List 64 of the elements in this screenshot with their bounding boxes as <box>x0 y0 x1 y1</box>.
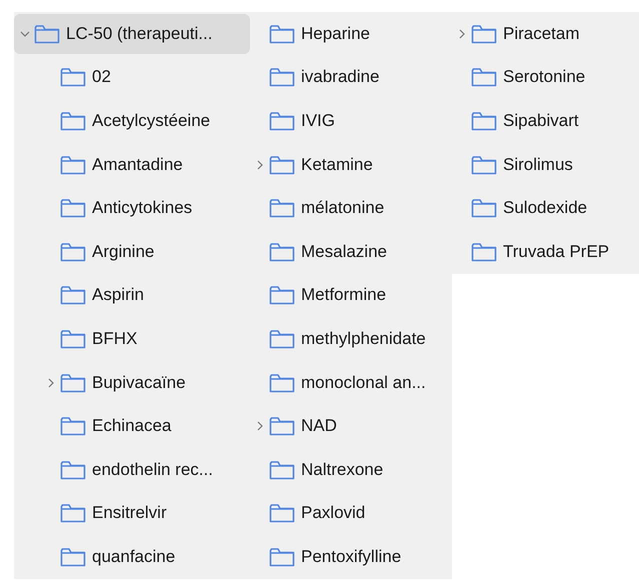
folder-icon <box>269 416 295 436</box>
folder-icon <box>60 242 86 262</box>
folder-icon <box>60 416 86 436</box>
folder-icon <box>269 460 295 480</box>
tree-item[interactable]: Metformine <box>250 276 452 316</box>
tree-item[interactable]: Amantadine <box>14 144 250 184</box>
folder-icon <box>269 328 295 349</box>
tree-item[interactable]: Arginine <box>14 232 250 272</box>
tree-item[interactable]: methylphenidate <box>250 319 452 359</box>
tree-item[interactable]: quanfacine <box>14 537 250 577</box>
tree-item[interactable]: Ensitrelvir <box>14 494 250 534</box>
folder-icon <box>269 154 295 175</box>
tree-item[interactable]: Sipabivart <box>452 101 639 141</box>
folder-icon <box>60 372 86 393</box>
tree-item[interactable]: ivabradine <box>250 58 452 98</box>
folder-icon <box>60 546 86 567</box>
tree-item[interactable]: Pentoxifylline <box>250 537 452 577</box>
folder-icon <box>269 285 295 306</box>
folder-icon <box>269 546 295 567</box>
folder-icon <box>34 24 60 44</box>
tree-item[interactable]: BFHX <box>14 319 250 359</box>
folder-icon <box>471 24 497 44</box>
tree-item[interactable]: Sirolimus <box>452 144 639 184</box>
tree-item[interactable]: Acetylcystéeine <box>14 101 250 141</box>
folder-icon <box>269 24 295 44</box>
folder-icon <box>60 67 86 88</box>
folder-icon <box>269 372 295 393</box>
folder-icon <box>60 154 86 175</box>
tree-item[interactable]: Paxlovid <box>250 494 452 534</box>
tree-item[interactable]: Sulodexide <box>452 188 639 228</box>
tree-item[interactable]: NAD <box>250 406 452 446</box>
folder-icon <box>471 110 497 131</box>
tree-item[interactable]: Heparine <box>250 14 452 54</box>
folder-icon <box>60 460 86 480</box>
folder-icon <box>60 503 86 524</box>
tree-item[interactable]: endothelin rec... <box>14 450 250 490</box>
folder-icon <box>60 285 86 306</box>
folder-icon <box>269 503 295 524</box>
tree-item[interactable]: IVIG <box>250 101 452 141</box>
tree-item[interactable]: mélatonine <box>250 188 452 228</box>
tree-item[interactable]: Naltrexone <box>250 450 452 490</box>
tree-item[interactable]: LC-50 (therapeuti... <box>14 14 250 54</box>
tree-item[interactable]: 02 <box>14 58 250 98</box>
tree-item[interactable]: Aspirin <box>14 276 250 316</box>
tree-item[interactable]: Truvada PrEP <box>452 232 639 272</box>
tree-item[interactable]: monoclonal an... <box>250 362 452 402</box>
tree-item[interactable]: Piracetam <box>452 14 639 54</box>
folder-icon <box>269 198 295 218</box>
folder-icon <box>60 110 86 131</box>
tree-item[interactable]: Mesalazine <box>250 232 452 272</box>
folder-icon <box>471 198 497 218</box>
folder-icon <box>60 328 86 349</box>
tree-item[interactable]: Anticytokines <box>14 188 250 228</box>
folder-icon <box>60 198 86 218</box>
folder-icon <box>269 110 295 131</box>
tree-item[interactable]: Echinacea <box>14 406 250 446</box>
tree-item[interactable]: Bupivacaïne <box>14 362 250 402</box>
folder-icon <box>471 67 497 88</box>
folder-icon <box>269 242 295 262</box>
tree-item[interactable]: Ketamine <box>250 144 452 184</box>
folder-icon <box>471 154 497 175</box>
folder-icon <box>471 242 497 262</box>
tree-item[interactable]: Serotonine <box>452 58 639 98</box>
folder-icon <box>269 67 295 88</box>
